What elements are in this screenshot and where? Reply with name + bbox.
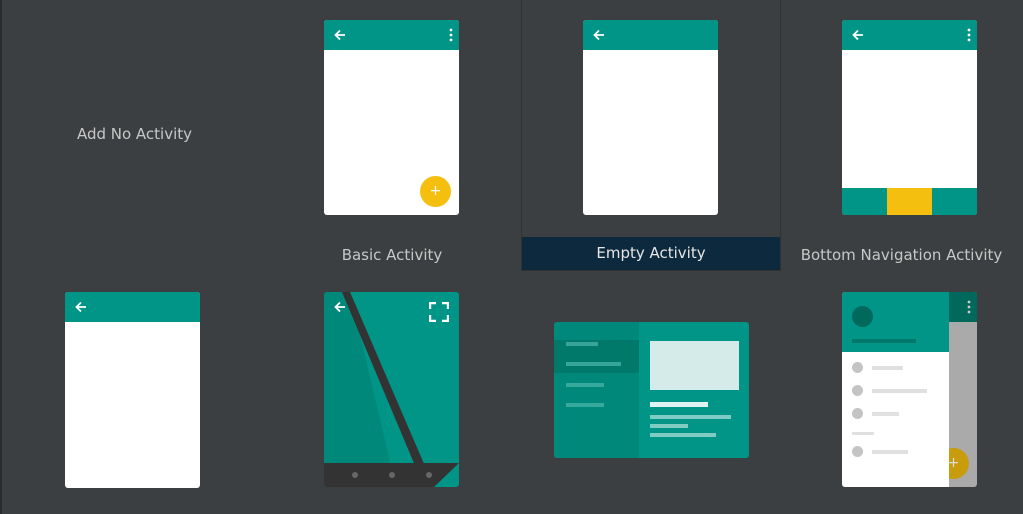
app-bar: [65, 292, 200, 322]
template-add-no-activity[interactable]: Add No Activity: [2, 0, 262, 270]
drawer-item-line: [872, 389, 927, 393]
detail-line: [650, 433, 716, 437]
template-bottom-navigation-activity[interactable]: Bottom Navigation Activity: [780, 0, 1023, 270]
tablet-preview: [554, 322, 749, 458]
template-basic-activity[interactable]: + Basic Activity: [262, 0, 522, 270]
template-label: Bottom Navigation Activity: [800, 246, 1003, 264]
template-master-detail-flow[interactable]: [522, 280, 780, 514]
back-arrow-icon: [852, 29, 863, 41]
drawer-item-line: [872, 366, 903, 370]
drawer-divider-line: [852, 432, 874, 435]
back-arrow-icon: [334, 29, 345, 41]
list-line: [566, 383, 604, 387]
detail-line: [650, 415, 731, 419]
app-bar: [583, 20, 718, 50]
template-label: Add No Activity: [76, 125, 193, 143]
detail-line: [650, 402, 708, 407]
back-arrow-icon: [593, 29, 604, 41]
template-empty-views-activity[interactable]: [2, 280, 262, 514]
phone-preview: [324, 292, 459, 487]
detail-image-placeholder: [650, 341, 739, 390]
phone-preview: [65, 292, 200, 488]
list-line: [566, 342, 598, 346]
app-bar: [324, 20, 459, 50]
master-list-pane: [554, 322, 639, 458]
list-line: [566, 362, 621, 366]
drawer-header: [842, 292, 949, 352]
drawer-item-line: [872, 450, 908, 454]
template-navigation-drawer-activity[interactable]: +: [780, 280, 1023, 514]
phone-preview: [842, 20, 977, 215]
phone-preview: +: [842, 292, 977, 487]
drawer-item: [852, 362, 863, 373]
back-arrow-icon: [334, 301, 345, 313]
template-fullscreen-activity[interactable]: [262, 280, 522, 514]
more-vert-icon: [967, 28, 971, 42]
navigation-drawer: [842, 292, 949, 487]
detail-line: [650, 424, 688, 428]
fullscreen-icon: [429, 302, 449, 322]
more-vert-icon: [449, 28, 453, 42]
bottom-nav-selected-item: [887, 188, 932, 215]
header-line: [852, 339, 916, 343]
template-label: Basic Activity: [341, 246, 443, 264]
phone-preview: [583, 20, 718, 215]
drawer-item: [852, 385, 863, 396]
list-line: [566, 403, 604, 407]
bottom-nav-bar: [842, 188, 977, 215]
more-vert-icon: [967, 300, 971, 314]
template-empty-activity[interactable]: Empty Activity: [521, 0, 781, 271]
fab-plus-icon: +: [420, 176, 451, 207]
avatar: [852, 306, 873, 327]
back-arrow-icon: [75, 301, 86, 313]
drawer-item-line: [872, 412, 899, 416]
phone-preview: +: [324, 20, 459, 215]
template-label: Empty Activity: [522, 237, 780, 270]
drawer-item: [852, 408, 863, 419]
drawer-item: [852, 446, 863, 457]
app-bar: [842, 20, 977, 50]
